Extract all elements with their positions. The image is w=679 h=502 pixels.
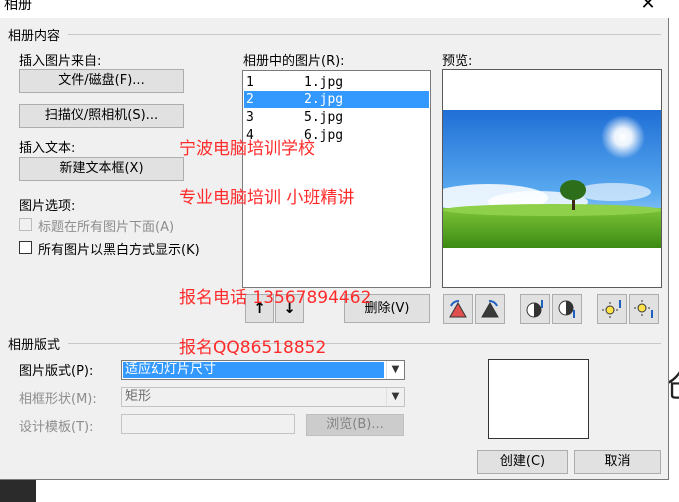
black-white-label: 所有图片以黑白方式显示(K) <box>38 243 200 258</box>
new-textbox-button[interactable]: 新建文本框(X) <box>19 157 184 181</box>
brightness-down-icon <box>634 300 653 318</box>
watermark-line-qq: 报名QQ86518852 <box>179 338 327 358</box>
rotate-right-icon <box>481 300 499 318</box>
pictures-listbox[interactable]: 1 1.jpg 2 2.jpg 3 5.jpg 4 6.jpg <box>242 70 431 288</box>
contrast-down-button[interactable] <box>552 294 582 324</box>
list-item[interactable]: 3 5.jpg <box>244 109 429 126</box>
watermark-line-slogan: 专业电脑培训 小班精讲 <box>179 188 355 208</box>
chevron-down-icon: ▼ <box>386 361 404 379</box>
brightness-down-button[interactable] <box>629 294 659 324</box>
watermark-line-phone: 报名电话 13567894462 <box>179 288 372 308</box>
background-bottom-strip <box>0 478 679 502</box>
insert-text-label: 插入文本: <box>19 141 76 156</box>
frame-shape-select[interactable]: 矩形 ▼ <box>121 387 405 407</box>
preview-label: 预览: <box>442 54 473 69</box>
title-bar: 相册 ✕ <box>0 0 669 18</box>
frame-shape-value: 矩形 <box>125 389 152 404</box>
browse-button[interactable]: 浏览(B)... <box>306 414 404 436</box>
picture-options-label: 图片选项: <box>19 199 76 214</box>
rotate-left-icon <box>449 300 467 318</box>
caption-below-checkbox[interactable] <box>19 218 32 231</box>
preview-pane <box>442 69 662 288</box>
picture-layout-label: 图片版式(P): <box>19 364 94 379</box>
picture-layout-value: 适应幻灯片尺寸 <box>123 362 384 378</box>
close-icon[interactable]: ✕ <box>636 0 660 14</box>
frame-shape-label: 相框形状(M): <box>19 392 97 407</box>
album-layout-group-label: 相册版式 <box>8 338 61 353</box>
photo-album-dialog: 相册 ✕ 相册内容 插入图片来自: 文件/磁盘(F)... 扫描仪/照相机(S)… <box>0 0 669 480</box>
cancel-button[interactable]: 取消 <box>574 450 661 474</box>
contrast-up-icon <box>526 300 543 318</box>
sky-meadow-tree-image <box>443 70 661 287</box>
picture-layout-select[interactable]: 适应幻灯片尺寸 ▼ <box>121 360 405 380</box>
group-divider <box>68 343 661 344</box>
window-title: 相册 <box>4 0 32 13</box>
contrast-down-icon <box>558 300 575 318</box>
caption-below-label: 标题在所有图片下面(A) <box>38 220 175 235</box>
scanner-camera-button[interactable]: 扫描仪/照相机(S)... <box>19 104 184 128</box>
rotate-left-button[interactable] <box>443 294 473 324</box>
album-content-group-label: 相册内容 <box>8 29 61 44</box>
contrast-up-button[interactable] <box>520 294 550 324</box>
brightness-up-icon <box>602 300 621 318</box>
insert-from-label: 插入图片来自: <box>19 54 102 69</box>
file-disk-button[interactable]: 文件/磁盘(F)... <box>19 69 184 93</box>
chevron-down-icon: ▼ <box>386 388 404 406</box>
group-divider <box>68 34 661 35</box>
watermark-line-school: 宁波电脑培训学校 <box>179 139 315 159</box>
list-item[interactable]: 1 1.jpg <box>244 74 429 91</box>
rotate-right-button[interactable] <box>475 294 505 324</box>
black-white-checkbox[interactable] <box>19 241 32 254</box>
pictures-list-label: 相册中的图片(R): <box>243 54 345 69</box>
design-template-label: 设计模板(T): <box>19 420 94 435</box>
design-template-input[interactable] <box>121 414 295 434</box>
list-item-selected[interactable]: 2 2.jpg <box>244 91 429 108</box>
brightness-up-button[interactable] <box>597 294 627 324</box>
layout-thumbnail-preview <box>488 359 589 439</box>
create-button[interactable]: 创建(C) <box>477 450 568 474</box>
